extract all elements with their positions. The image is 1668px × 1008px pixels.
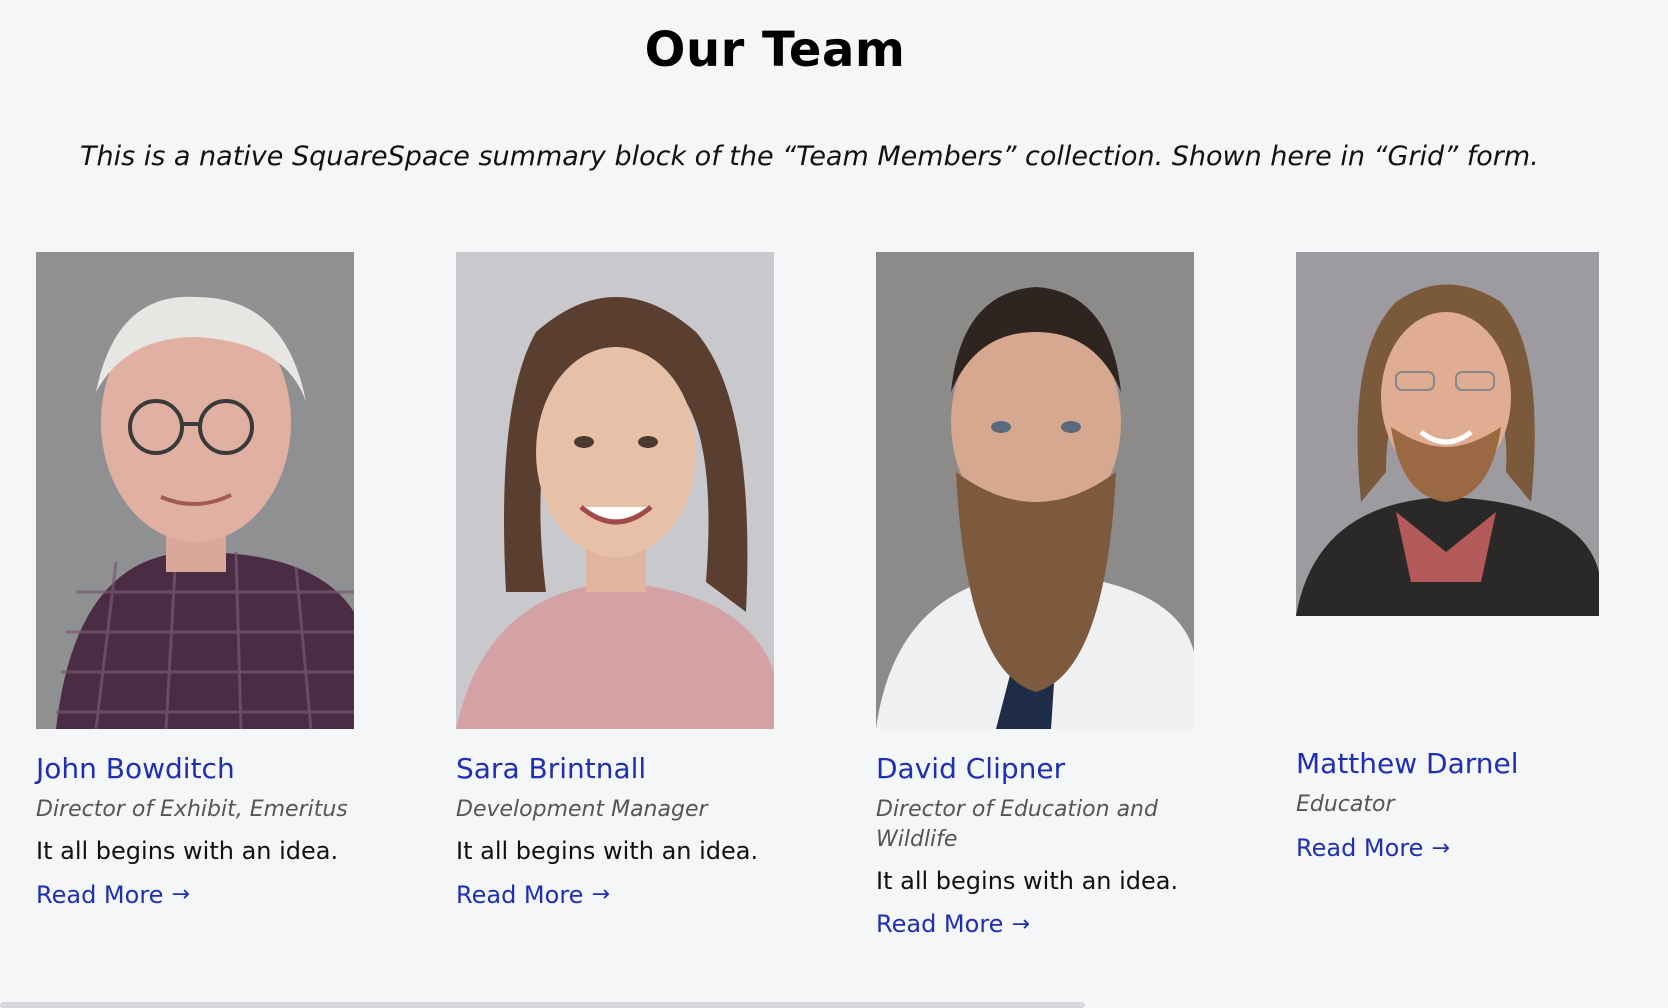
read-more-label: Read More [456,880,584,909]
team-member-card: Sara Brintnall Development Manager It al… [456,252,786,909]
portrait-photo-john-bowditch[interactable] [36,252,354,729]
member-role: Educator [1296,792,1395,818]
member-name[interactable]: John Bowditch [36,751,366,787]
read-more-link[interactable]: Read More → [1296,834,1450,862]
member-role: Development Manager [456,797,708,823]
team-member-card: John Bowditch Director of Exhibit, Emeri… [36,252,366,909]
portrait-photo-david-clipner[interactable] [876,252,1194,729]
read-more-link[interactable]: Read More → [876,910,1030,938]
member-name[interactable]: David Clipner [876,751,1206,787]
read-more-link[interactable]: Read More → [36,881,190,909]
portrait-photo-matthew-darnel[interactable] [1296,252,1599,616]
arrow-right-icon: → [1431,835,1450,861]
page-title: Our Team [644,22,906,78]
member-role: Director of Exhibit, Emeritus [36,797,348,823]
member-name[interactable]: Sara Brintnall [456,751,786,787]
member-excerpt: It all begins with an idea. [456,837,759,866]
team-member-card: David Clipner Director of Education and … [876,252,1206,938]
arrow-right-icon: → [591,882,610,908]
member-name[interactable]: Matthew Darnel [1296,746,1626,782]
intro-text: This is a native SquareSpace summary blo… [80,141,1539,172]
read-more-label: Read More [1296,834,1424,863]
member-excerpt: It all begins with an idea. [36,837,339,866]
arrow-right-icon: → [1011,911,1030,937]
member-role: Director of Education and Wildlife [876,797,1158,853]
horizontal-scrollbar[interactable] [0,1002,1085,1008]
read-more-link[interactable]: Read More → [456,881,610,909]
member-excerpt: It all begins with an idea. [876,866,1179,895]
read-more-label: Read More [876,910,1004,939]
portrait-photo-sara-brintnall[interactable] [456,252,774,729]
arrow-right-icon: → [171,882,190,908]
team-member-card: Matthew Darnel Educator Read More → [1296,252,1626,862]
read-more-label: Read More [36,880,164,909]
